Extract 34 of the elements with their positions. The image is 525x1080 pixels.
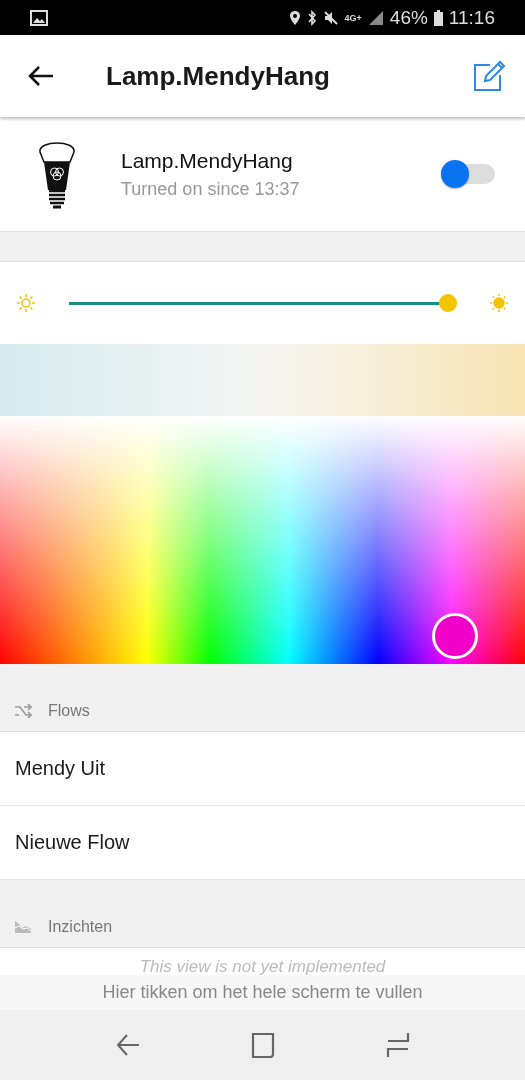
color-temperature-gradient[interactable] <box>0 344 525 416</box>
high-brightness-icon <box>488 292 510 314</box>
home-icon <box>250 1032 275 1058</box>
placeholder-message: This view is not yet implemented <box>139 957 386 977</box>
device-name: Lamp.MendyHang <box>121 148 294 173</box>
bluetooth-icon <box>306 9 317 26</box>
flow-item[interactable]: Mendy Uit <box>0 732 525 806</box>
edit-button[interactable] <box>473 60 505 92</box>
location-icon <box>288 9 301 26</box>
gallery-icon <box>30 9 48 26</box>
recent-apps-icon <box>385 1032 410 1058</box>
device-status: Turned on since 13:37 <box>121 178 301 200</box>
signal-icon <box>367 9 384 26</box>
battery-percent: 46% <box>389 6 428 29</box>
battery-icon <box>433 9 443 26</box>
clock: 11:16 <box>448 6 495 29</box>
section-title: Inzichten <box>48 918 113 936</box>
color-picker-handle[interactable] <box>432 613 478 659</box>
muted-speaker-icon <box>322 9 339 26</box>
back-button[interactable] <box>28 65 54 87</box>
section-title: Flows <box>48 702 90 720</box>
network-label: 4G+ <box>344 12 362 23</box>
back-arrow-icon <box>115 1032 140 1058</box>
back-arrow-icon <box>28 65 54 87</box>
area-chart-icon <box>14 920 32 934</box>
toggle-knob[interactable] <box>441 160 469 188</box>
brightness-slider-thumb[interactable] <box>439 293 457 312</box>
page-title: Lamp.MendyHang <box>106 60 331 92</box>
power-toggle[interactable] <box>441 162 495 186</box>
low-brightness-icon <box>15 292 37 314</box>
color-spectrum[interactable] <box>0 416 525 664</box>
shuffle-icon <box>14 704 32 718</box>
flow-item[interactable]: Nieuwe Flow <box>0 806 525 880</box>
edit-icon <box>473 60 505 92</box>
